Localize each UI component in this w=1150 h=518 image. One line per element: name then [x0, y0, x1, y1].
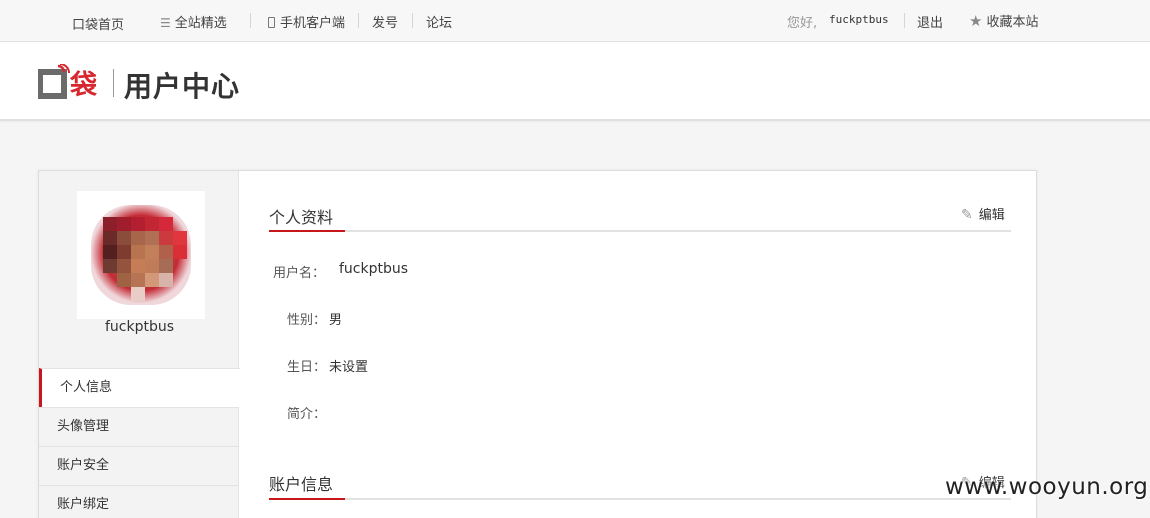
- sidebar-item-profile[interactable]: 个人信息: [39, 368, 240, 407]
- favorite-link[interactable]: ★ 收藏本站: [969, 11, 1038, 30]
- nav-divider: [250, 13, 251, 28]
- nav-divider: [904, 13, 905, 28]
- account-section-underline: [269, 498, 1011, 500]
- phone-icon: [268, 17, 275, 28]
- section-accent: [269, 230, 345, 232]
- sidebar-item-label: 账户绑定: [57, 497, 110, 512]
- sidebar-item-label: 个人信息: [60, 380, 113, 395]
- pencil-icon: ✎: [961, 207, 973, 223]
- favorite-label: 收藏本站: [986, 15, 1039, 30]
- edit-label: 编辑: [978, 208, 1005, 223]
- profile-section-title: 个人资料: [269, 208, 334, 227]
- logo-divider: [113, 69, 114, 97]
- username-value: fuckptbus: [339, 261, 409, 277]
- sidebar: fuckptbus 个人信息 头像管理 账户安全 账户绑定: [39, 171, 240, 518]
- top-username-link[interactable]: fuckptbus: [829, 13, 889, 26]
- nav-mobile-label: 手机客户端: [280, 16, 346, 31]
- user-center-panel: fuckptbus 个人信息 头像管理 账户安全 账户绑定 个人资料 ✎ 编辑 用…: [38, 170, 1037, 518]
- account-section-title: 账户信息: [269, 475, 334, 494]
- nav-home-link[interactable]: 口袋首页: [72, 14, 124, 33]
- site-header: 袋 用户中心: [0, 42, 1150, 121]
- nav-mobile-link[interactable]: 手机客户端: [268, 12, 345, 31]
- nav-forum-link[interactable]: 论坛: [426, 12, 452, 31]
- nav-divider: [412, 13, 413, 28]
- birthday-value: 未设置: [329, 360, 369, 375]
- logo-text: 袋: [69, 70, 98, 100]
- avatar[interactable]: [77, 191, 205, 319]
- sidebar-username: fuckptbus: [105, 319, 175, 335]
- sidebar-item-avatar[interactable]: 头像管理: [39, 407, 239, 446]
- nav-fahao-link[interactable]: 发号: [372, 12, 398, 31]
- greeting-text: 您好,: [787, 16, 818, 31]
- gender-value: 男: [329, 313, 343, 328]
- watermark-text: www.wooyun.org: [945, 474, 1149, 500]
- star-icon: ★: [969, 12, 983, 30]
- nav-featured-label: 全站精选: [174, 16, 227, 31]
- section-accent: [269, 498, 345, 500]
- username-label: 用户名：: [273, 266, 326, 281]
- sidebar-item-binding[interactable]: 账户绑定: [39, 485, 239, 518]
- gender-label: 性别：: [287, 313, 327, 328]
- list-icon: ☰: [160, 16, 171, 30]
- sidebar-item-label: 头像管理: [57, 419, 110, 434]
- page-title: 用户中心: [124, 70, 241, 103]
- sidebar-item-label: 账户安全: [57, 458, 110, 473]
- nav-divider: [358, 13, 359, 28]
- bio-label: 简介：: [287, 407, 327, 422]
- logout-link[interactable]: 退出: [917, 12, 943, 31]
- top-nav-bar: 口袋首页 ☰ 全站精选 手机客户端 发号 论坛 您好, fuckptbus 退出 …: [0, 0, 1150, 42]
- sidebar-item-security[interactable]: 账户安全: [39, 446, 239, 485]
- birthday-label: 生日：: [287, 360, 327, 375]
- nav-featured-link[interactable]: ☰ 全站精选: [160, 12, 227, 31]
- profile-section-underline: [269, 230, 1011, 232]
- profile-edit-button[interactable]: ✎ 编辑: [961, 204, 1005, 223]
- logo-image[interactable]: 袋: [38, 64, 102, 100]
